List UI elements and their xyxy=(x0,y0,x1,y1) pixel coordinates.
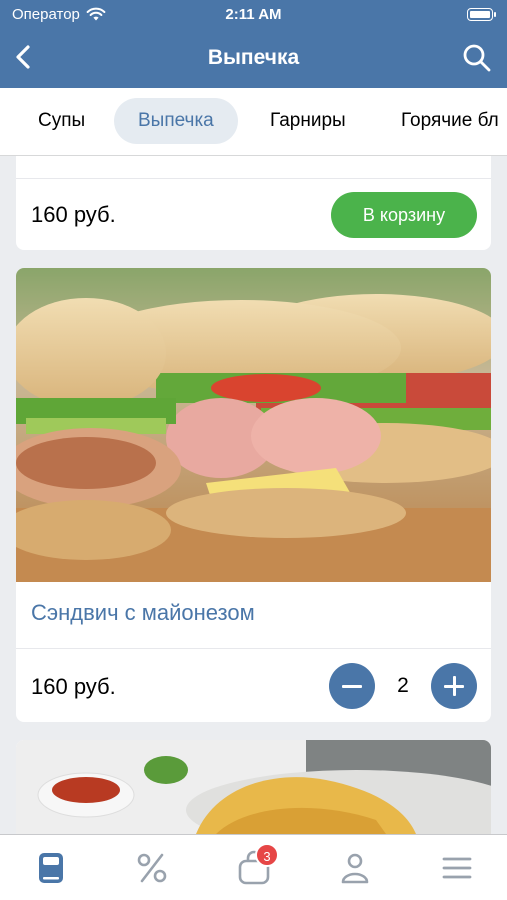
product-card-previous: 160 руб. В корзину xyxy=(16,156,491,250)
product-price: 160 руб. xyxy=(31,202,116,227)
product-image[interactable] xyxy=(16,740,491,834)
product-title[interactable]: Сэндвич с майонезом xyxy=(31,600,255,626)
percent-icon[interactable] xyxy=(133,849,171,887)
divider xyxy=(16,648,491,649)
increase-quantity-button[interactable] xyxy=(431,663,477,709)
divider xyxy=(16,178,491,179)
menu-book-icon[interactable] xyxy=(32,849,70,887)
product-card: Сэндвич с майонезом 160 руб. 2 xyxy=(16,268,491,722)
cart-count-badge: 3 xyxy=(255,843,279,867)
product-image[interactable] xyxy=(16,268,491,582)
profile-icon[interactable] xyxy=(336,849,374,887)
search-icon[interactable] xyxy=(461,42,493,74)
top-bar: Оператор 2:11 AM Выпечка xyxy=(0,0,507,88)
hamburger-menu-icon[interactable] xyxy=(438,849,476,887)
tab-pastry[interactable]: Выпечка xyxy=(114,98,238,144)
page-title: Выпечка xyxy=(207,46,300,69)
status-bar: Оператор 2:11 AM xyxy=(0,6,507,26)
tab-hot-dishes[interactable]: Горячие бл xyxy=(377,98,507,144)
product-card-next xyxy=(16,740,491,834)
battery-icon xyxy=(467,8,496,21)
tab-sides[interactable]: Гарниры xyxy=(246,98,370,144)
status-time: 2:11 AM xyxy=(225,6,282,23)
cart-tab[interactable]: 3 xyxy=(235,843,279,887)
tab-soups[interactable]: Супы xyxy=(14,98,109,144)
bottom-tab-bar: 3 xyxy=(0,834,507,900)
category-tabs: Супы Выпечка Гарниры Горячие бл xyxy=(0,88,507,156)
add-to-cart-button[interactable]: В корзину xyxy=(331,192,477,238)
quantity-value: 2 xyxy=(397,674,409,697)
product-price: 160 руб. xyxy=(31,674,116,699)
decrease-quantity-button[interactable] xyxy=(329,663,375,709)
